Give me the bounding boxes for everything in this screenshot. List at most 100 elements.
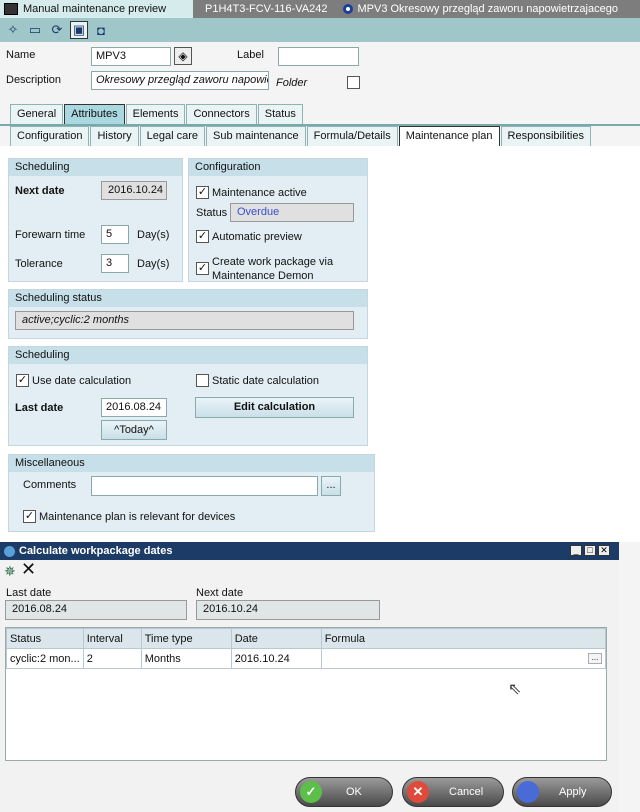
cancel-label: Cancel	[449, 786, 484, 798]
table-header-row: Status Interval Time type Date Formula	[6, 628, 607, 649]
diamond-picker-icon[interactable]: ◈	[174, 47, 192, 65]
refresh-folder-icon[interactable]: ⟳	[48, 21, 66, 39]
label-field[interactable]	[278, 47, 359, 66]
cell-time-type: Months	[140, 648, 232, 669]
last-date-label: Last date	[15, 402, 64, 414]
comments-browse-button[interactable]: ...	[321, 476, 341, 496]
tab-responsibilities[interactable]: Responsibilities	[500, 126, 591, 146]
tab-formula-details[interactable]: Formula/Details	[306, 126, 398, 146]
forewarn-unit: Day(s)	[137, 229, 170, 241]
tab-general[interactable]: General	[10, 104, 64, 124]
formula-browse-button[interactable]: ...	[588, 653, 602, 664]
next-date-label: Next date	[15, 185, 65, 197]
forewarn-label: Forewarn time	[15, 229, 86, 241]
cell-status: cyclic:2 mon...	[6, 648, 84, 669]
maximize-icon[interactable]: □	[584, 545, 596, 556]
create-work-package-label-line1: Create work package via	[212, 256, 334, 268]
tab-maintenance-plan[interactable]: MPV3 Okresowy przegląd zaworu napowietrz…	[331, 0, 621, 18]
dialog-next-date-label: Next date	[196, 587, 244, 599]
dialog-titlebar: Calculate workpackage dates	[0, 542, 619, 560]
column-header-time-type[interactable]: Time type	[140, 628, 232, 649]
edit-calculation-button[interactable]: Edit calculation	[195, 397, 354, 418]
use-date-calculation-checkbox[interactable]: ✓	[16, 374, 29, 387]
close-x-icon[interactable]: ✕	[21, 559, 36, 580]
folder-checkbox[interactable]	[347, 76, 360, 89]
relevant-for-devices-label: Maintenance plan is relevant for devices	[39, 511, 236, 523]
scheduling-status-value: active;cyclic:2 months	[15, 311, 354, 330]
dialog-last-date-label: Last date	[6, 587, 52, 599]
checkmark-icon: ✓	[300, 781, 322, 803]
tab-sub-maintenance[interactable]: Sub maintenance	[206, 126, 306, 146]
tab-configuration[interactable]: Configuration	[10, 126, 90, 146]
tab-label: Manual maintenance preview	[23, 3, 167, 15]
group-title: Scheduling status	[9, 290, 367, 307]
tab-maintenance-plan[interactable]: Maintenance plan	[398, 126, 500, 146]
column-header-formula[interactable]: Formula	[320, 628, 607, 649]
name-label: Name	[6, 49, 36, 61]
column-header-status[interactable]: Status	[6, 628, 84, 649]
static-date-calculation-checkbox[interactable]	[196, 374, 209, 387]
cell-date: 2016.10.24	[230, 648, 322, 669]
tab-attributes[interactable]: Attributes	[64, 104, 125, 124]
today-button[interactable]: ^Today^	[101, 420, 167, 440]
tab-manual-maintenance-preview[interactable]: Manual maintenance preview	[0, 0, 193, 18]
cancel-x-icon: ✕	[407, 781, 429, 803]
dialog-last-date-field: 2016.08.24	[5, 600, 187, 620]
static-date-calculation-label: Static date calculation	[212, 375, 320, 387]
tab-elements[interactable]: Elements	[125, 104, 186, 124]
toolbar: ✧ ▭ ⟳ ▣ ◘	[0, 18, 640, 42]
table-row[interactable]: cyclic:2 mon... 2 Months 2016.10.24 ...	[6, 648, 607, 669]
tab-label: MPV3 Okresowy przegląd zaworu napowietrz…	[357, 3, 618, 15]
create-work-package-checkbox[interactable]: ✓	[196, 262, 209, 275]
tab-object-path[interactable]: P1H4T3-FCV-116-VA242	[193, 0, 331, 18]
tab-connectors[interactable]: Connectors	[186, 104, 257, 124]
name-field[interactable]: MPV3	[91, 47, 171, 66]
status-label: Status	[196, 207, 228, 219]
cell-formula: ...	[320, 648, 607, 669]
tolerance-input[interactable]: 3	[101, 254, 129, 273]
workpackage-table: Status Interval Time type Date Formula c…	[6, 628, 607, 669]
tab-status[interactable]: Status	[257, 104, 303, 124]
minimize-icon[interactable]: _	[570, 545, 582, 556]
apply-circle-icon	[517, 781, 539, 803]
tolerance-label: Tolerance	[15, 258, 63, 270]
maintenance-active-checkbox[interactable]: ✓	[196, 186, 209, 199]
ok-button[interactable]: ✓ OK	[295, 777, 393, 807]
close-icon[interactable]: ✕	[598, 545, 610, 556]
window-titlebar: Manual maintenance preview P1H4T3-FCV-11…	[0, 0, 640, 18]
column-header-interval[interactable]: Interval	[82, 628, 142, 649]
column-header-date[interactable]: Date	[230, 628, 322, 649]
ok-label: OK	[346, 786, 362, 798]
automatic-preview-label: Automatic preview	[212, 231, 302, 243]
sparkle-icon[interactable]: ✵	[4, 563, 16, 580]
dialog-title: Calculate workpackage dates	[19, 545, 173, 557]
preview-window-icon	[4, 3, 18, 15]
sub-tabs: Configuration History Legal care Sub mai…	[10, 126, 592, 146]
cell-interval: 2	[82, 648, 142, 669]
description-field[interactable]: Okresowy przegląd zaworu napowietrz	[91, 71, 269, 90]
lock-icon[interactable]: ▣	[70, 21, 88, 39]
date-calculation-group: Scheduling	[8, 346, 368, 446]
navigate-icon[interactable]: ✧	[4, 21, 22, 39]
comments-input[interactable]	[91, 476, 318, 496]
label-label: Label	[237, 49, 264, 61]
open-folder-icon[interactable]: ▭	[26, 21, 44, 39]
relevant-for-devices-checkbox[interactable]: ✓	[23, 510, 36, 523]
next-date-field: 2016.10.24	[101, 181, 167, 200]
group-title: Configuration	[189, 159, 367, 176]
use-date-calculation-label: Use date calculation	[32, 375, 132, 387]
create-work-package-label-line2: Maintenance Demon	[212, 270, 314, 282]
group-title: Miscellaneous	[9, 455, 374, 472]
apply-button[interactable]: Apply	[512, 777, 612, 807]
maintenance-active-label: Maintenance active	[212, 187, 307, 199]
automatic-preview-checkbox[interactable]: ✓	[196, 230, 209, 243]
forewarn-input[interactable]: 5	[101, 225, 129, 244]
apply-label: Apply	[559, 786, 587, 798]
group-title: Scheduling	[9, 159, 182, 176]
tab-legal-care[interactable]: Legal care	[139, 126, 206, 146]
cancel-button[interactable]: ✕ Cancel	[402, 777, 504, 807]
unlock-icon[interactable]: ◘	[92, 21, 110, 39]
last-date-input[interactable]: 2016.08.24	[101, 398, 167, 417]
tab-history[interactable]: History	[90, 126, 139, 146]
main-tabs: General Attributes Elements Connectors S…	[10, 104, 304, 124]
